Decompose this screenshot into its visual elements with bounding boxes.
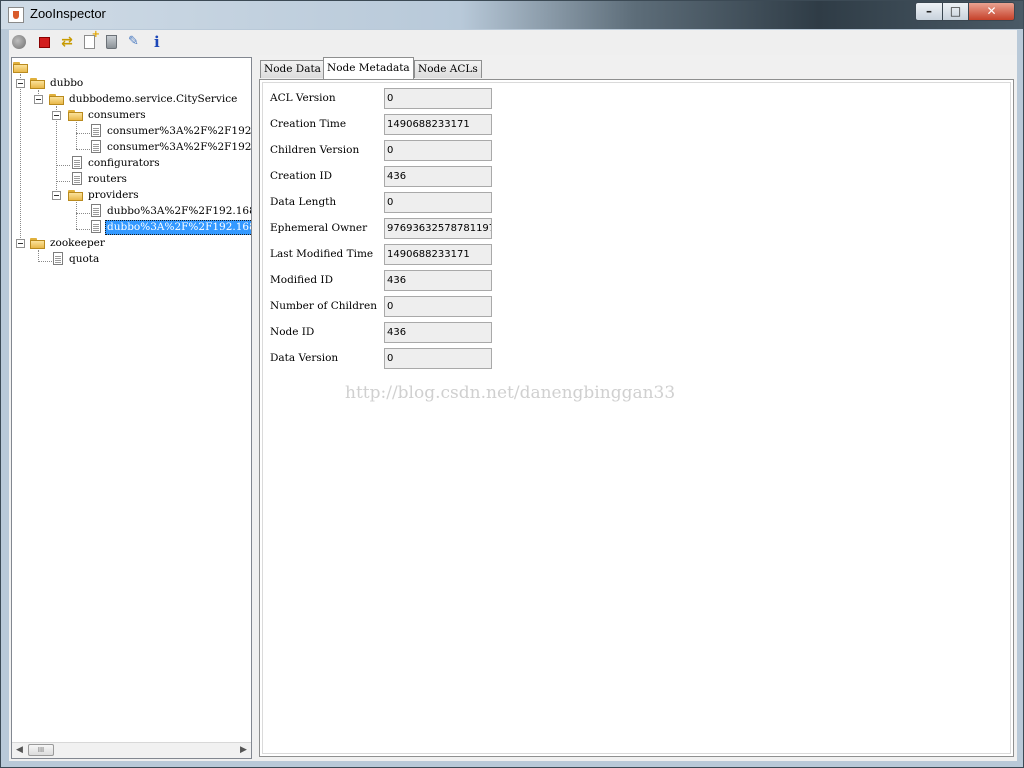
- tree-node-quota[interactable]: quota: [69, 253, 99, 266]
- metadata-panel: ACL Version 0 Creation Time 149068823317…: [259, 79, 1014, 757]
- tree-node-cityservice[interactable]: dubbodemo.service.CityService: [69, 93, 237, 106]
- detail-panel: Node Data Node Metadata Node ACLs ACL Ve…: [256, 57, 1017, 759]
- collapse-toggle-icon[interactable]: [52, 191, 61, 200]
- metadata-label: Data Version: [270, 352, 339, 364]
- scroll-thumb[interactable]: III: [28, 744, 54, 756]
- metadata-value-field[interactable]: 436: [384, 322, 492, 343]
- tree-guide-line: [76, 202, 77, 229]
- collapse-toggle-icon[interactable]: [16, 239, 25, 248]
- metadata-value-field[interactable]: 436: [384, 166, 492, 187]
- document-icon: [72, 156, 82, 169]
- scroll-right-arrow-icon[interactable]: ▶: [236, 743, 251, 758]
- metadata-label: Last Modified Time: [270, 248, 374, 260]
- metadata-label: Number of Children: [270, 300, 377, 312]
- title-bar[interactable]: ZooInspector – □ ✕: [1, 1, 1023, 29]
- disconnect-icon[interactable]: [39, 37, 50, 48]
- metadata-label: ACL Version: [270, 92, 336, 104]
- tree-guide-line: [56, 165, 70, 166]
- minimize-button[interactable]: –: [915, 2, 943, 21]
- toolbar: ⇄ ✎ i: [9, 29, 1017, 55]
- tree-node-zookeeper[interactable]: zookeeper: [50, 237, 105, 250]
- tab-node-data[interactable]: Node Data: [260, 60, 325, 78]
- tree-guide-line: [20, 74, 21, 244]
- document-icon: [91, 124, 101, 137]
- tab-node-acls[interactable]: Node ACLs: [414, 60, 482, 78]
- metadata-value-field[interactable]: 0: [384, 348, 492, 369]
- tree-node-consumers[interactable]: consumers: [88, 109, 146, 122]
- tab-node-metadata[interactable]: Node Metadata: [323, 57, 414, 79]
- window-bottom-border: [1, 761, 1023, 767]
- metadata-label: Creation Time: [270, 118, 347, 130]
- tree-node-configurators[interactable]: configurators: [88, 157, 160, 170]
- metadata-value-field[interactable]: 1490688233171: [384, 114, 492, 135]
- node-tree[interactable]: dubbo dubbodemo.service.CityService cons…: [11, 57, 252, 759]
- tree-node-dubbo[interactable]: dubbo: [50, 77, 83, 90]
- info-icon[interactable]: i: [154, 34, 170, 50]
- connect-icon[interactable]: [12, 35, 26, 49]
- metadata-value-field[interactable]: 0: [384, 140, 492, 161]
- add-node-icon[interactable]: [84, 29, 100, 49]
- metadata-label: Children Version: [270, 144, 360, 156]
- collapse-toggle-icon[interactable]: [52, 111, 61, 120]
- metadata-label: Modified ID: [270, 274, 333, 286]
- document-icon: [91, 204, 101, 217]
- tree-node-provider[interactable]: dubbo%3A%2F%2F192.168.1.: [107, 205, 251, 218]
- folder-icon: [68, 190, 84, 201]
- collapse-toggle-icon[interactable]: [16, 79, 25, 88]
- metadata-value-field[interactable]: 0: [384, 192, 492, 213]
- tree-guide-line: [76, 229, 90, 230]
- scroll-left-arrow-icon[interactable]: ◀: [12, 743, 27, 758]
- metadata-label: Creation ID: [270, 170, 333, 182]
- metadata-label: Ephemeral Owner: [270, 222, 368, 234]
- metadata-label: Node ID: [270, 326, 315, 338]
- maximize-button[interactable]: □: [942, 2, 969, 21]
- close-button[interactable]: ✕: [968, 2, 1015, 21]
- folder-icon: [68, 110, 84, 121]
- tree-guide-line: [56, 181, 70, 182]
- watermark-text: http://blog.csdn.net/danengbinggan33: [345, 383, 676, 403]
- metadata-label: Data Length: [270, 196, 337, 208]
- tree-guide-line: [76, 133, 90, 134]
- app-window: ZooInspector – □ ✕ ⇄ ✎ i: [0, 0, 1024, 768]
- tree-node-provider-selected[interactable]: dubbo%3A%2F%2F192.168.1.: [105, 220, 251, 235]
- tree-node-consumer[interactable]: consumer%3A%2F%2F192.168: [107, 125, 251, 138]
- folder-icon: [49, 94, 65, 105]
- collapse-toggle-icon[interactable]: [34, 95, 43, 104]
- metadata-value-field[interactable]: 97693632578781197: [384, 218, 492, 239]
- panel-border: [262, 82, 1011, 754]
- document-icon: [53, 252, 63, 265]
- tree-node-routers[interactable]: routers: [88, 173, 127, 186]
- document-icon: [91, 140, 101, 153]
- refresh-icon[interactable]: ⇄: [59, 34, 75, 50]
- client-area: ⇄ ✎ i dubbo dubbodemo.: [9, 29, 1017, 761]
- metadata-value-field[interactable]: 0: [384, 296, 492, 317]
- tree-guide-line: [76, 122, 77, 149]
- delete-node-icon[interactable]: [106, 35, 117, 49]
- document-icon: [72, 172, 82, 185]
- folder-icon: [30, 238, 46, 249]
- tree-node-consumer[interactable]: consumer%3A%2F%2F192.168: [107, 141, 251, 154]
- edit-icon[interactable]: ✎: [128, 34, 144, 50]
- tree-guide-line: [38, 250, 39, 260]
- tree-guide-line: [76, 213, 90, 214]
- tree-node-providers[interactable]: providers: [88, 189, 139, 202]
- tree-horizontal-scrollbar[interactable]: ◀ III ▶: [12, 742, 251, 758]
- java-app-icon: [8, 7, 24, 23]
- tree-guide-line: [76, 149, 90, 150]
- metadata-value-field[interactable]: 436: [384, 270, 492, 291]
- document-icon: [91, 220, 101, 233]
- root-folder-icon[interactable]: [13, 62, 29, 73]
- window-title: ZooInspector: [30, 6, 106, 21]
- folder-icon: [30, 78, 46, 89]
- metadata-value-field[interactable]: 0: [384, 88, 492, 109]
- tree-guide-line: [38, 261, 52, 262]
- metadata-value-field[interactable]: 1490688233171: [384, 244, 492, 265]
